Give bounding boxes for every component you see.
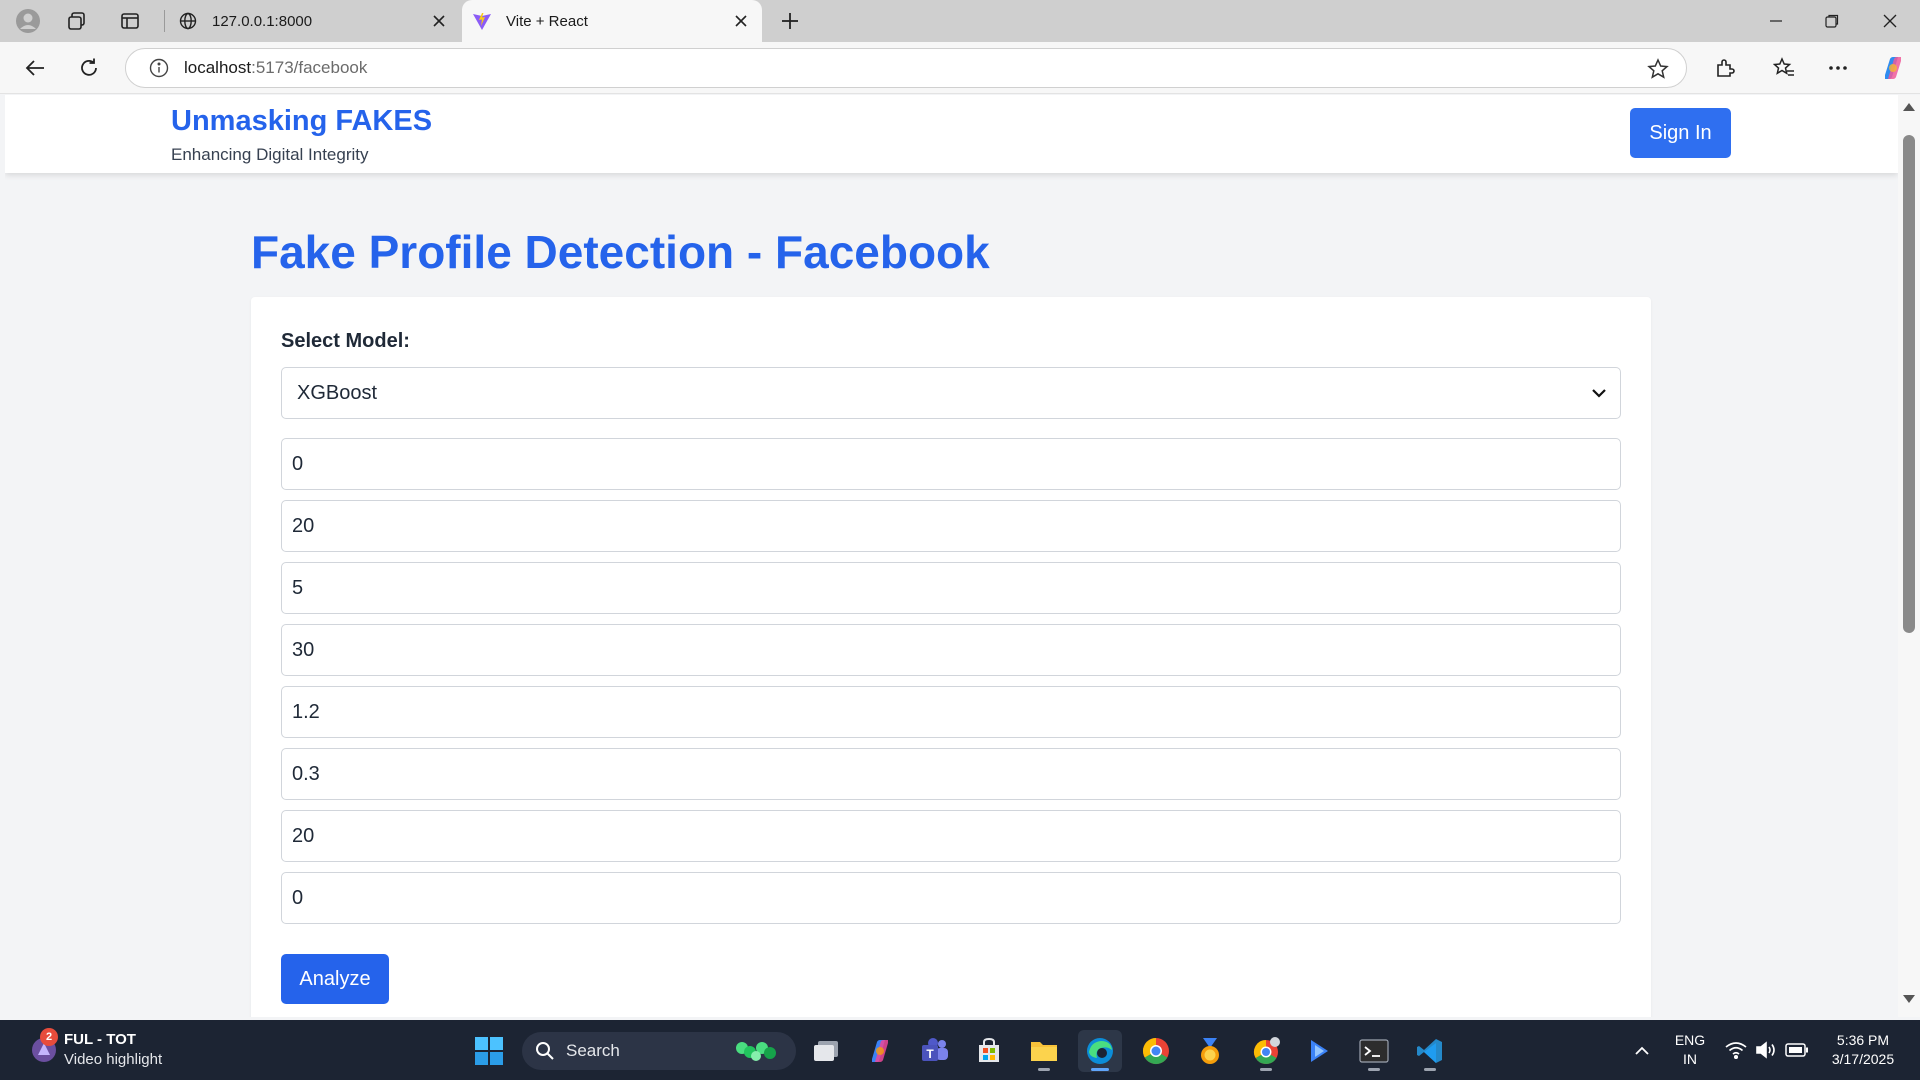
feature-input-3[interactable]: 5	[281, 562, 1621, 614]
tab-actions-icon[interactable]	[110, 6, 150, 36]
feature-input-7[interactable]: 20	[281, 810, 1621, 862]
clover-decoration-icon	[736, 1042, 776, 1061]
running-indicator	[1038, 1068, 1050, 1071]
svg-text:T: T	[926, 1047, 934, 1061]
microsoft-store-icon[interactable]	[967, 1030, 1011, 1072]
wifi-icon[interactable]	[1722, 1020, 1750, 1080]
start-button[interactable]	[467, 1030, 511, 1072]
reload-button[interactable]	[70, 50, 108, 86]
feature-input-4[interactable]: 30	[281, 624, 1621, 676]
search-icon	[534, 1040, 556, 1062]
scroll-down-icon[interactable]	[1903, 995, 1915, 1003]
copilot-app-icon[interactable]	[858, 1030, 902, 1072]
address-bar[interactable]: localhost:5173/facebook	[125, 48, 1687, 88]
show-hidden-icons-chevron[interactable]	[1624, 1020, 1660, 1080]
scrollbar-thumb[interactable]	[1903, 135, 1915, 633]
tab-title: 127.0.0.1:8000	[212, 12, 313, 30]
site-header: Unmasking FAKES Enhancing Digital Integr…	[5, 95, 1898, 173]
new-tab-button[interactable]	[770, 6, 810, 36]
browser-tab-bar: 127.0.0.1:8000 Vite + React	[0, 0, 1920, 42]
clock-time: 5:36 PM	[1836, 1032, 1890, 1048]
model-select-value: XGBoost	[297, 381, 378, 404]
news-subtitle[interactable]: Video highlight	[64, 1051, 162, 1068]
feature-input-6[interactable]: 0.3	[281, 748, 1621, 800]
running-indicator	[1091, 1068, 1109, 1071]
clock-date: 3/17/2025	[1831, 1051, 1895, 1067]
file-explorer-icon[interactable]	[1022, 1030, 1066, 1072]
search-label: Search	[566, 1041, 620, 1060]
running-indicator	[1424, 1068, 1436, 1071]
language-code: ENG	[1674, 1032, 1706, 1048]
close-tab-icon[interactable]	[726, 6, 756, 36]
copilot-icon[interactable]	[1873, 50, 1913, 86]
detection-form-card: Select Model: XGBoost 0 20 5 30 1.2 0.3 …	[251, 297, 1651, 1017]
tab-divider	[164, 10, 165, 32]
volume-icon[interactable]	[1752, 1020, 1780, 1080]
analyze-button[interactable]: Analyze	[281, 954, 389, 1004]
clock[interactable]: 5:36 PM 3/17/2025	[1818, 1031, 1908, 1069]
tab-title: Vite + React	[506, 12, 588, 30]
brand-title[interactable]: Unmasking FAKES	[171, 105, 432, 138]
more-options-icon[interactable]	[1818, 50, 1858, 86]
site-info-icon[interactable]	[148, 57, 170, 79]
terminal-icon[interactable]	[1352, 1030, 1396, 1072]
tab-vite-react[interactable]: Vite + React	[462, 0, 762, 42]
running-indicator	[1260, 1068, 1272, 1071]
chrome-icon[interactable]	[1134, 1030, 1178, 1072]
news-badge: 2	[40, 1028, 58, 1046]
tab-localhost-8000[interactable]: 127.0.0.1:8000	[168, 0, 460, 42]
task-view-icon[interactable]	[804, 1030, 848, 1072]
close-window-button[interactable]	[1862, 0, 1918, 42]
url-text: localhost:5173/facebook	[184, 58, 368, 77]
favorite-star-icon[interactable]	[1646, 57, 1670, 81]
windows-taskbar: 2 FUL - TOT Video highlight Search T ENG…	[0, 1020, 1920, 1080]
feature-input-2[interactable]: 20	[281, 500, 1621, 552]
feature-input-8[interactable]: 0	[281, 872, 1621, 924]
close-tab-icon[interactable]	[424, 6, 454, 36]
model-select-label: Select Model:	[281, 330, 410, 352]
page-title: Fake Profile Detection - Facebook	[251, 226, 990, 278]
workspaces-icon[interactable]	[57, 6, 97, 36]
teams-icon[interactable]: T	[913, 1030, 957, 1072]
feature-input-1[interactable]: 0	[281, 438, 1621, 490]
globe-icon	[178, 11, 198, 31]
sign-in-button[interactable]: Sign In	[1630, 108, 1731, 158]
chevron-down-icon	[1588, 382, 1610, 404]
restore-button[interactable]	[1804, 0, 1860, 42]
running-indicator	[1368, 1068, 1380, 1071]
page-scrollbar[interactable]	[1898, 95, 1920, 1017]
feature-input-5[interactable]: 1.2	[281, 686, 1621, 738]
news-title[interactable]: FUL - TOT	[64, 1031, 136, 1048]
chrome-profile-icon[interactable]	[1244, 1030, 1288, 1072]
address-toolbar: localhost:5173/facebook	[0, 42, 1920, 122]
favorites-icon[interactable]	[1764, 50, 1804, 86]
battery-icon[interactable]	[1782, 1020, 1812, 1080]
brand-subtitle: Enhancing Digital Integrity	[171, 145, 369, 164]
model-select[interactable]: XGBoost	[281, 367, 1621, 419]
power-automate-icon[interactable]	[1298, 1030, 1342, 1072]
page-viewport: Unmasking FAKES Enhancing Digital Integr…	[5, 95, 1898, 1017]
back-button[interactable]	[16, 50, 54, 86]
extensions-icon[interactable]	[1705, 50, 1745, 86]
profile-icon[interactable]	[8, 6, 48, 36]
minimize-button[interactable]	[1748, 0, 1804, 42]
taskbar-search[interactable]: Search	[522, 1032, 796, 1070]
region-code: IN	[1683, 1051, 1697, 1067]
vscode-icon[interactable]	[1408, 1030, 1452, 1072]
vite-logo-icon	[472, 11, 492, 31]
scroll-up-icon[interactable]	[1903, 103, 1915, 111]
edge-browser-icon[interactable]	[1078, 1030, 1122, 1072]
language-indicator[interactable]: ENG IN	[1670, 1031, 1710, 1069]
medal-app-icon[interactable]	[1188, 1030, 1232, 1072]
